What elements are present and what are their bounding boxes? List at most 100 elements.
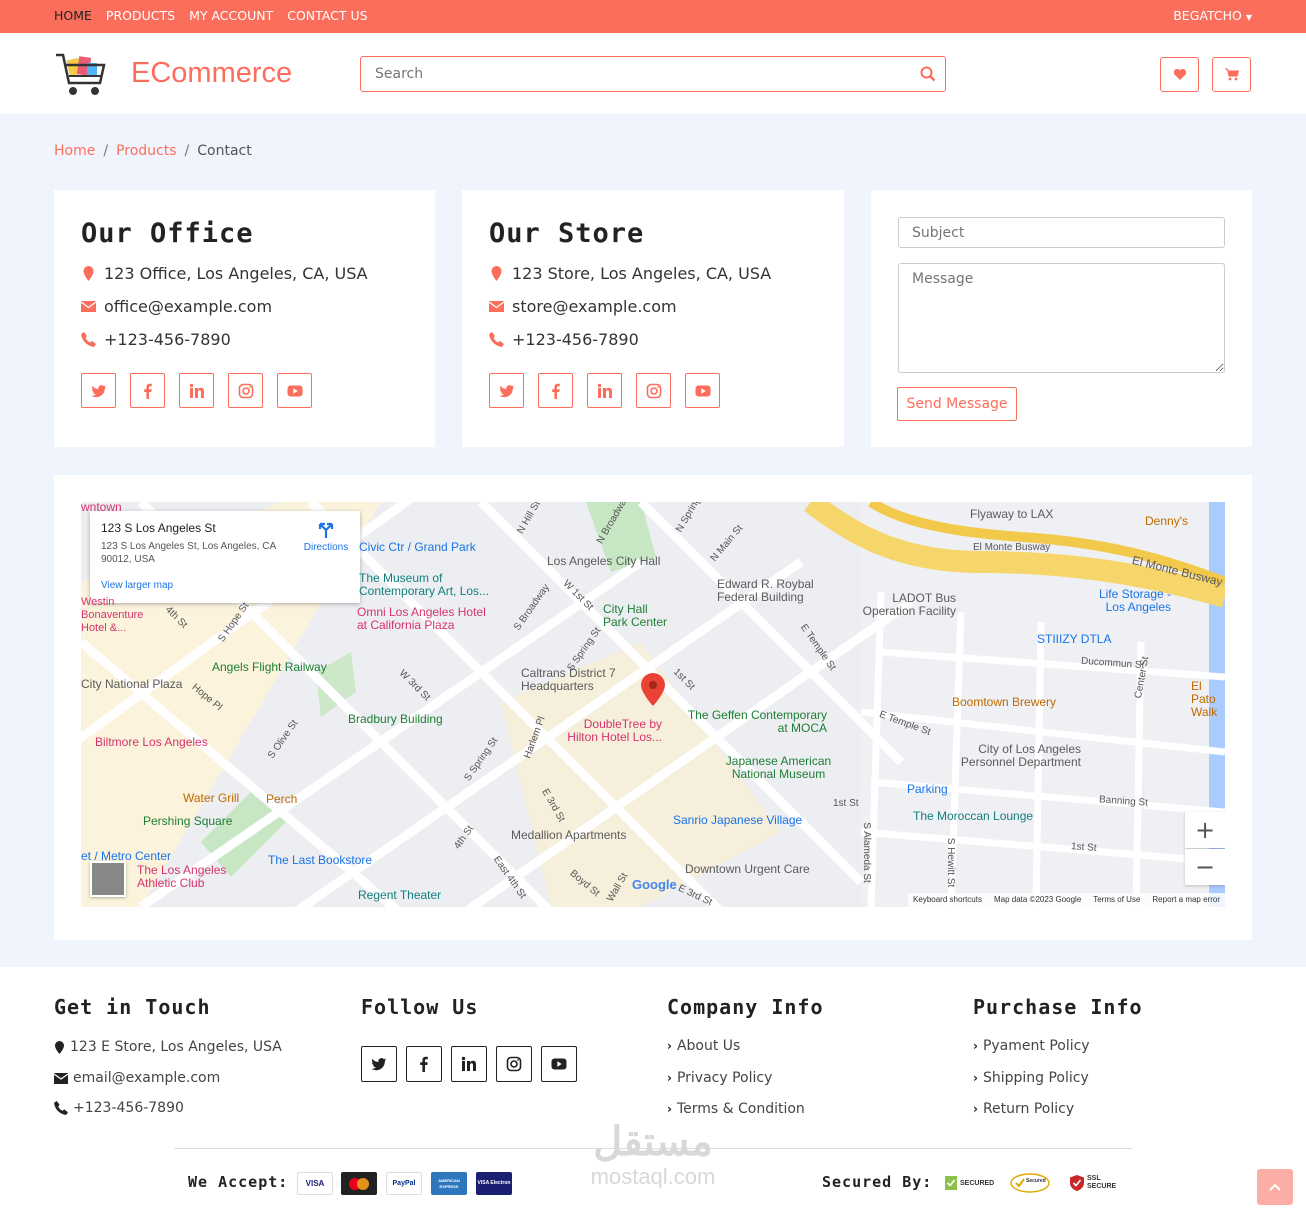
office-socials — [81, 373, 312, 408]
map-label-parking[interactable]: Parking — [907, 782, 948, 796]
directions-button[interactable]: Directions — [296, 521, 356, 553]
map-label-perch[interactable]: Perch — [266, 792, 297, 806]
view-larger-map-link[interactable]: View larger map — [101, 580, 173, 591]
search-input[interactable] — [361, 57, 901, 91]
map-label-el-pato[interactable]: El Pato Walk — [1191, 680, 1225, 719]
map-label-dennys[interactable]: Denny's — [1145, 514, 1188, 528]
back-to-top-button[interactable] — [1257, 1169, 1293, 1205]
user-menu[interactable]: BEGATCHO ▼ — [1173, 8, 1252, 23]
instagram-button[interactable] — [636, 373, 671, 408]
map-label-urgent-care[interactable]: Downtown Urgent Care — [685, 862, 810, 876]
nav-products[interactable]: PRODUCTS — [106, 8, 175, 23]
office-phone[interactable]: +123-456-7890 — [104, 330, 231, 349]
map-label-regent[interactable]: Regent Theater — [358, 888, 441, 902]
footer-link-terms[interactable]: › Terms & Condition — [667, 1101, 805, 1117]
instagram-button[interactable] — [496, 1046, 532, 1082]
footer-link-shipping[interactable]: › Shipping Policy — [973, 1070, 1089, 1086]
twitter-button[interactable] — [81, 373, 116, 408]
breadcrumb-products[interactable]: Products — [116, 143, 176, 159]
top-bar: HOME PRODUCTS MY ACCOUNT CONTACT US BEGA… — [0, 0, 1306, 33]
subject-input[interactable] — [898, 217, 1225, 248]
map-label-moroccan[interactable]: The Moroccan Lounge — [913, 809, 1033, 823]
payment-policy-link[interactable]: Pyament Policy — [983, 1038, 1090, 1054]
linkedin-button[interactable] — [451, 1046, 487, 1082]
footer-email[interactable]: email@example.com — [73, 1070, 220, 1086]
google-map[interactable]: 123 S Los Angeles St 123 S Los Angeles S… — [81, 502, 1225, 907]
youtube-button[interactable] — [541, 1046, 577, 1082]
map-label-japanese-museum[interactable]: Japanese American National Museum — [721, 755, 836, 781]
twitter-button[interactable] — [489, 373, 524, 408]
map-label-last-bookstore[interactable]: The Last Bookstore — [268, 853, 372, 867]
facebook-button[interactable] — [130, 373, 165, 408]
facebook-button[interactable] — [406, 1046, 442, 1082]
footer-link-payment[interactable]: › Pyament Policy — [973, 1038, 1090, 1054]
terms-link[interactable]: Terms & Condition — [677, 1101, 805, 1117]
footer-link-return[interactable]: › Return Policy — [973, 1101, 1074, 1117]
youtube-button[interactable] — [277, 373, 312, 408]
map-label-geffen[interactable]: The Geffen Contemporary at MOCA — [687, 709, 827, 735]
instagram-button[interactable] — [228, 373, 263, 408]
map-label-city-hall-park[interactable]: City Hall Park Center — [603, 603, 673, 629]
map-label-athletic-club[interactable]: The Los Angeles Athletic Club — [137, 864, 237, 890]
map-label-ladot[interactable]: LADOT Bus Operation Facility — [856, 592, 956, 618]
map-label-lapd[interactable]: City of Los Angeles Personnel Department — [951, 743, 1081, 769]
map-label-pershing[interactable]: Pershing Square — [143, 814, 232, 828]
zoom-out-button[interactable]: − — [1185, 849, 1225, 885]
report-error-link[interactable]: Report a map error — [1152, 895, 1220, 905]
privacy-policy-link[interactable]: Privacy Policy — [677, 1070, 772, 1086]
map-label-boomtown[interactable]: Boomtown Brewery — [952, 695, 1056, 709]
map-label-water-grill[interactable]: Water Grill — [183, 791, 239, 805]
location-pin-icon[interactable] — [640, 673, 666, 707]
nav-my-account[interactable]: MY ACCOUNT — [189, 8, 273, 23]
keyboard-shortcuts-link[interactable]: Keyboard shortcuts — [913, 895, 982, 905]
map-label-flyaway[interactable]: Flyaway to LAX — [970, 507, 1053, 521]
store-socials — [489, 373, 720, 408]
cart-button[interactable] — [1212, 57, 1251, 92]
wishlist-button[interactable] — [1160, 57, 1199, 92]
return-policy-link[interactable]: Return Policy — [983, 1101, 1074, 1117]
map-label-moca[interactable]: The Museum of Contemporary Art, Los... — [359, 572, 499, 598]
map-label-sanrio[interactable]: Sanrio Japanese Village — [673, 813, 802, 827]
map-label-medallion[interactable]: Medallion Apartments — [511, 828, 626, 842]
zoom-in-button[interactable]: + — [1185, 812, 1225, 848]
linkedin-button[interactable] — [179, 373, 214, 408]
twitter-button[interactable] — [361, 1046, 397, 1082]
map-card: 123 S Los Angeles St 123 S Los Angeles S… — [54, 475, 1252, 940]
amex-icon: AMERICAN EXPRESS — [431, 1172, 467, 1195]
map-label-stiizy[interactable]: STIIIZY DTLA — [1037, 632, 1111, 646]
satellite-toggle[interactable] — [90, 861, 126, 897]
search-icon[interactable] — [920, 66, 936, 82]
footer-link-about[interactable]: › About Us — [667, 1038, 740, 1054]
map-label-omni[interactable]: Omni Los Angeles Hotel at California Pla… — [357, 606, 497, 632]
map-label-roybal[interactable]: Edward R. Roybal Federal Building — [717, 578, 827, 604]
youtube-button[interactable] — [685, 373, 720, 408]
map-label-angels-flight[interactable]: Angels Flight Railway — [212, 660, 327, 674]
google-logo[interactable]: Google — [632, 877, 677, 892]
breadcrumb-home[interactable]: Home — [54, 143, 95, 159]
shopping-cart-logo-icon[interactable] — [54, 49, 106, 101]
footer-link-privacy[interactable]: › Privacy Policy — [667, 1070, 772, 1086]
send-message-button[interactable]: Send Message — [897, 387, 1017, 421]
store-phone[interactable]: +123-456-7890 — [512, 330, 639, 349]
brand-name[interactable]: ECommerce — [131, 57, 292, 90]
map-label-life-storage[interactable]: Life Storage - Los Angeles — [1086, 588, 1171, 614]
secured-paypal-text: Secured — [1026, 1178, 1046, 1184]
map-label-civic[interactable]: Civic Ctr / Grand Park — [359, 540, 476, 554]
map-label-westin[interactable]: Westin Bonaventure Hotel &... — [81, 596, 143, 635]
map-label-doubletree[interactable]: DoubleTree by Hilton Hotel Los... — [562, 718, 662, 744]
footer-phone[interactable]: +123-456-7890 — [73, 1100, 184, 1116]
phone-icon — [81, 332, 96, 347]
terms-link[interactable]: Terms of Use — [1093, 895, 1140, 905]
facebook-button[interactable] — [538, 373, 573, 408]
map-label-bradbury[interactable]: Bradbury Building — [348, 712, 443, 726]
about-us-link[interactable]: About Us — [677, 1038, 740, 1054]
office-email[interactable]: office@example.com — [104, 297, 272, 316]
linkedin-button[interactable] — [587, 373, 622, 408]
map-label-biltmore[interactable]: Biltmore Los Angeles — [95, 735, 208, 749]
store-email[interactable]: store@example.com — [512, 297, 677, 316]
nav-home[interactable]: HOME — [54, 8, 92, 23]
message-textarea[interactable] — [898, 263, 1225, 373]
shipping-policy-link[interactable]: Shipping Policy — [983, 1070, 1089, 1086]
nav-contact-us[interactable]: CONTACT US — [287, 8, 367, 23]
map-label-city-hall[interactable]: Los Angeles City Hall — [547, 554, 660, 568]
